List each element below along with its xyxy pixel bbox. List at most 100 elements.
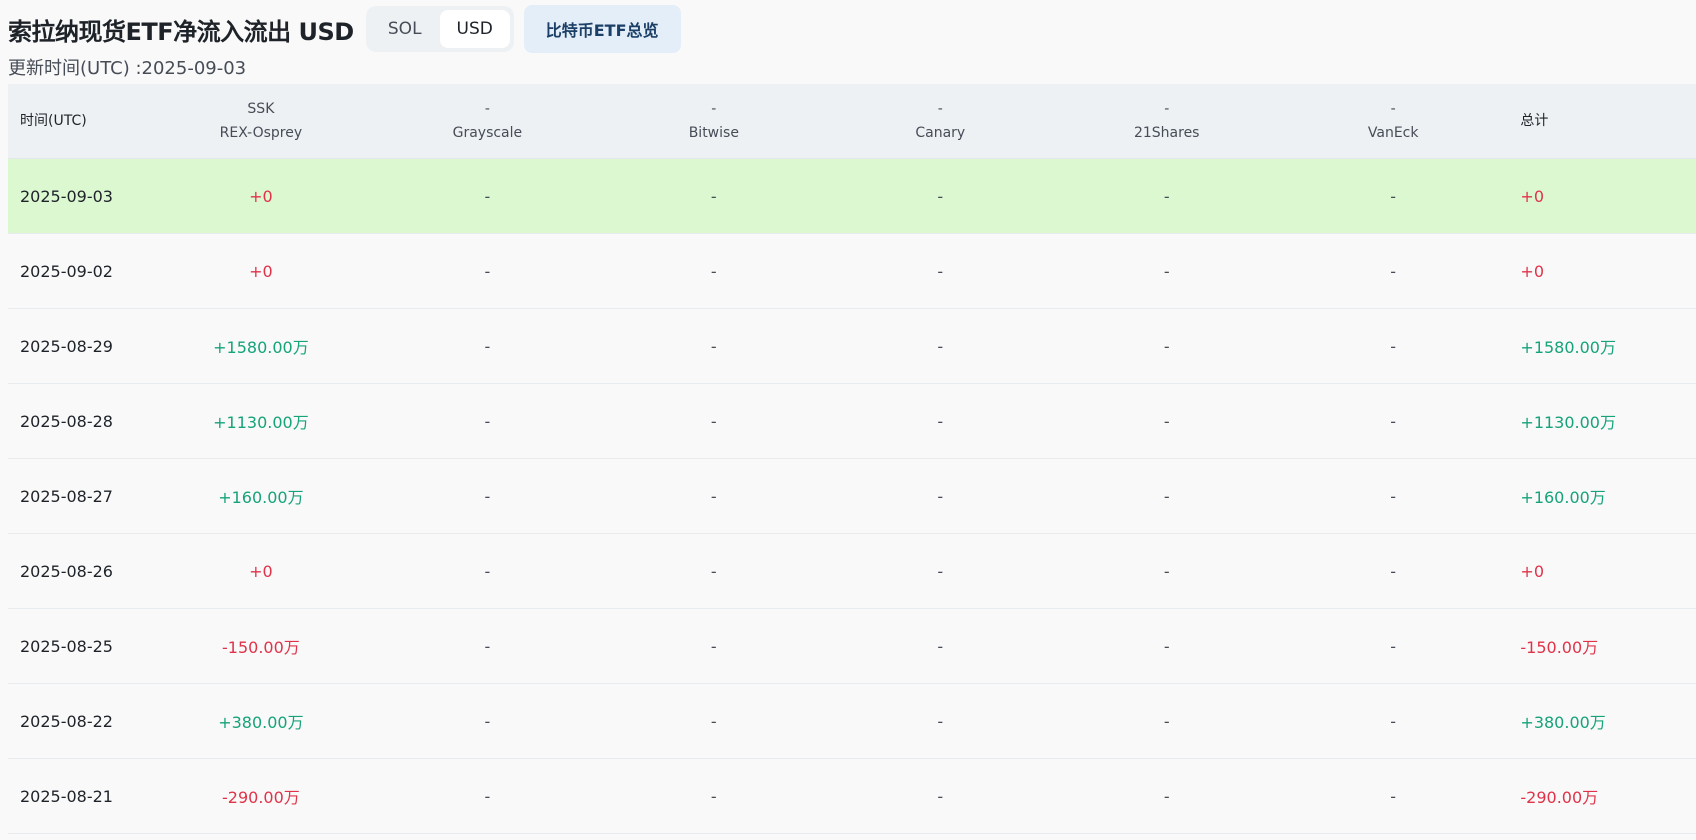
flow-value: - [937,486,944,506]
flow-value: - [937,636,944,656]
flow-value: +0 [249,561,273,581]
flow-value: - [484,786,491,806]
issuer-ticker: - [484,101,490,117]
flow-value: - [484,711,491,731]
flow-value: - [937,336,944,356]
toggle-sol[interactable]: SOL [370,10,440,48]
table-row: 2025-09-02 +0 - - - - - +0 [8,234,1696,309]
row-date: 2025-08-29 [20,336,113,356]
flow-value: - [1163,336,1170,356]
flow-value: - [1163,786,1170,806]
date-column-header: 时间(UTC) [20,113,87,129]
flow-value: - [710,711,717,731]
flow-value: +1130.00万 [213,413,309,432]
total-column-header: 总计 [1520,113,1549,129]
row-total: +1580.00万 [1520,338,1616,357]
row-date: 2025-08-25 [20,636,113,656]
flow-value: - [1163,486,1170,506]
flow-value: - [1390,186,1397,206]
table-row: 2025-08-25 -150.00万 - - - - - -150.00万 [8,609,1696,684]
flow-value: - [1163,261,1170,281]
row-total: +380.00万 [1520,713,1606,732]
page: 索拉纳现货ETF净流入流出 USD SOL USD 比特币ETF总览 更新时间(… [0,0,1696,840]
table-header: 时间(UTC) SSK REX-Osprey - Grayscale - Bit… [8,84,1696,159]
update-time: 更新时间(UTC) :2025-09-03 [8,58,247,79]
flow-value: - [937,786,944,806]
issuer-column-header: SSK REX-Osprey [148,97,374,145]
row-date: 2025-08-27 [20,486,113,506]
flow-value: - [1390,411,1397,431]
flow-value: - [1390,336,1397,356]
flow-value: - [710,786,717,806]
row-date: 2025-08-22 [20,711,113,731]
toggle-usd[interactable]: USD [439,10,510,48]
bitcoin-etf-overview-button[interactable]: 比特币ETF总览 [523,5,681,53]
flow-value: - [484,336,491,356]
row-total: -290.00万 [1520,788,1599,807]
flow-value: +380.00万 [218,713,304,732]
page-title: 索拉纳现货ETF净流入流出 USD [8,17,354,46]
flow-value: - [484,636,491,656]
issuer-column-header: - Bitwise [601,97,827,145]
table-row: 2025-09-03 +0 - - - - - +0 [8,159,1696,234]
table-row: 2025-08-26 +0 - - - - - +0 [8,534,1696,609]
row-date: 2025-08-28 [20,411,113,431]
flow-value: - [937,711,944,731]
row-date: 2025-08-26 [20,561,113,581]
flow-value: - [484,186,491,206]
issuer-column-header: - Grayscale [374,97,600,145]
flow-value: - [484,486,491,506]
flow-value: - [1390,786,1397,806]
issuer-name: Canary [915,125,966,141]
table-row: 2025-08-28 +1130.00万 - - - - - +1130.00万 [8,384,1696,459]
flow-value: - [484,261,491,281]
flow-value: - [1390,261,1397,281]
issuer-ticker: - [937,101,943,117]
row-total: -150.00万 [1520,638,1599,657]
flow-value: - [937,561,944,581]
flow-value: -150.00万 [222,638,300,657]
table-row: 2025-08-22 +380.00万 - - - - - +380.00万 [8,684,1696,759]
issuer-name: VanEck [1367,125,1419,141]
flow-value: - [1390,486,1397,506]
row-date: 2025-08-21 [20,786,113,806]
flow-value: - [710,411,717,431]
flow-value: - [1390,711,1397,731]
flow-value: - [937,261,944,281]
row-total: +0 [1520,261,1544,281]
issuer-name: 21Shares [1133,125,1200,141]
row-date: 2025-09-03 [20,186,113,206]
flow-value: - [710,486,717,506]
header: 索拉纳现货ETF净流入流出 USD SOL USD 比特币ETF总览 [8,4,681,54]
issuer-column-header: - VanEck [1280,97,1506,145]
table-row: 2025-08-27 +160.00万 - - - - - +160.00万 [8,459,1696,534]
flow-value: +160.00万 [218,488,304,507]
flow-value: - [710,336,717,356]
flow-value: +0 [249,261,273,281]
table-row: 2025-08-29 +1580.00万 - - - - - +1580.00万 [8,309,1696,384]
flow-value: - [710,186,717,206]
flow-value: - [937,411,944,431]
row-total: +1130.00万 [1520,413,1616,432]
flow-value: - [1163,636,1170,656]
flow-value: - [1163,711,1170,731]
issuer-ticker: - [1390,101,1396,117]
flow-value: +1580.00万 [213,338,309,357]
flow-value: - [1163,186,1170,206]
row-date: 2025-09-02 [20,261,113,281]
flow-value: - [484,561,491,581]
table-row: 2025-08-21 -290.00万 - - - - - -290.00万 [8,759,1696,834]
flow-value: - [710,561,717,581]
issuer-ticker: SSK [247,101,275,117]
issuer-column-header: - Canary [827,97,1053,145]
flow-value: -290.00万 [222,788,300,807]
issuer-name: Bitwise [688,125,739,141]
unit-toggle: SOL USD [365,6,514,52]
row-total: +0 [1520,186,1544,206]
issuer-name: REX-Osprey [219,125,303,141]
flow-value: - [710,636,717,656]
issuer-ticker: - [711,101,717,117]
issuer-column-header: - 21Shares [1054,97,1280,145]
flow-value: - [710,261,717,281]
flow-value: - [484,411,491,431]
